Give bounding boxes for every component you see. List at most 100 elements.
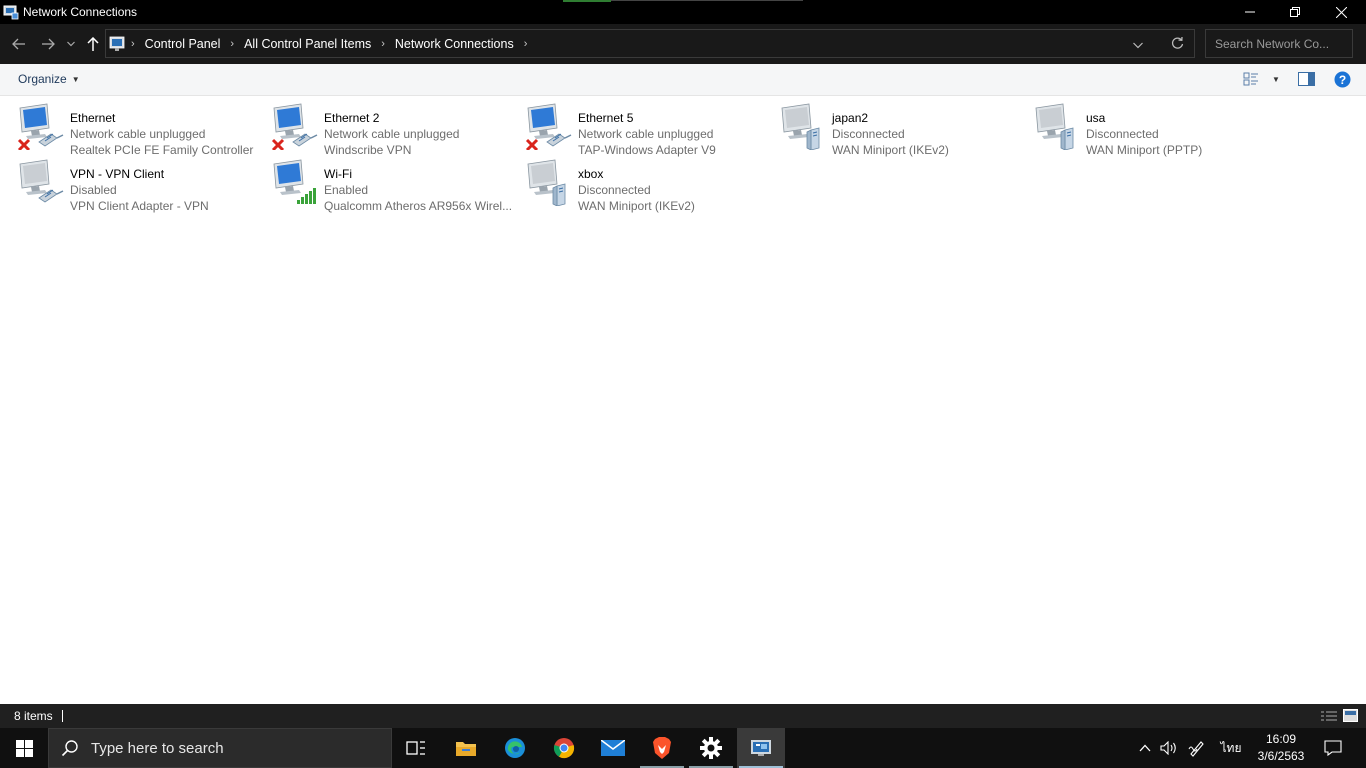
connection-item[interactable]: usa Disconnected WAN Miniport (PPTP)	[1033, 102, 1283, 157]
mail-icon	[601, 740, 625, 756]
help-icon: ?	[1334, 71, 1351, 88]
connection-name: VPN - VPN Client	[70, 167, 165, 181]
network-adapter-icon	[273, 159, 316, 204]
show-hidden-icons-button[interactable]	[1134, 728, 1156, 768]
control-panel-icon	[751, 740, 771, 756]
network-connections-app-icon	[3, 5, 19, 20]
mail-button[interactable]	[589, 728, 637, 768]
close-icon	[1335, 6, 1347, 18]
caret-down-icon[interactable]: ▼	[1272, 75, 1280, 84]
connection-device: WAN Miniport (IKEv2)	[578, 199, 695, 213]
clock-time: 16:09	[1265, 732, 1297, 746]
file-explorer-icon	[456, 742, 476, 756]
settings-button[interactable]	[687, 728, 735, 768]
address-history-button[interactable]	[1133, 38, 1143, 52]
task-view-button[interactable]	[392, 728, 440, 768]
connection-item[interactable]: xbox Disconnected WAN Miniport (IKEv2)	[525, 158, 775, 213]
connection-device: Windscribe VPN	[324, 143, 412, 157]
pen-icon	[1188, 741, 1204, 757]
connection-item[interactable]: Wi-Fi Enabled Qualcomm Atheros AR956x Wire…	[271, 158, 521, 213]
connection-status: Enabled	[324, 183, 369, 197]
preview-pane-button[interactable]	[1298, 72, 1315, 89]
search-input[interactable]: Search Network Co...	[1205, 29, 1353, 58]
chevron-up-icon	[1139, 744, 1151, 752]
minimize-button[interactable]	[1227, 0, 1273, 24]
file-explorer-button[interactable]	[442, 728, 490, 768]
breadcrumb-network-connections[interactable]: Network Connections	[395, 37, 514, 51]
notification-icon	[1324, 740, 1342, 756]
breadcrumb-separator[interactable]: ›	[230, 38, 234, 50]
network-adapter-icon	[1035, 103, 1074, 150]
connection-status: Network cable unplugged	[70, 127, 206, 141]
pen-workspace-button[interactable]	[1185, 728, 1209, 768]
change-view-button[interactable]: ▼	[1243, 72, 1280, 86]
connection-item[interactable]: Ethernet 5 Network cable unplugged TAP-Win…	[525, 102, 775, 157]
task-view-icon	[406, 741, 425, 755]
close-button[interactable]	[1318, 0, 1364, 24]
taskbar-search-box[interactable]: Type here to search	[48, 728, 392, 768]
network-adapter-icon	[17, 103, 64, 150]
refresh-button[interactable]	[1171, 36, 1184, 53]
connection-item[interactable]: VPN - VPN Client Disabled VPN Client Adapt…	[17, 158, 267, 213]
preview-pane-icon	[1298, 72, 1315, 86]
taskbar: Type here to search ไทย 16:09 3/6/2563	[0, 728, 1366, 768]
edge-button[interactable]	[491, 728, 539, 768]
red-x-icon	[17, 138, 31, 150]
start-button[interactable]	[0, 728, 48, 768]
status-divider	[61, 710, 63, 722]
svg-text:?: ?	[1339, 73, 1346, 87]
details-view-icon	[1321, 711, 1337, 721]
connection-item[interactable]: Ethernet Network cable unplugged Realtek P…	[17, 102, 267, 157]
network-adapter-icon	[19, 159, 64, 203]
server-icon	[1060, 127, 1074, 150]
window-title: Network Connections	[23, 5, 138, 19]
connection-status: Network cable unplugged	[578, 127, 714, 141]
edge-icon	[505, 738, 525, 758]
large-icons-view-button[interactable]	[1343, 709, 1358, 725]
address-bar[interactable]: › Control Panel › All Control Panel Item…	[105, 29, 1195, 58]
back-button[interactable]	[7, 32, 31, 56]
brave-button[interactable]	[638, 728, 686, 768]
connection-device: TAP-Windows Adapter V9	[578, 143, 716, 157]
breadcrumb-all-control-panel-items[interactable]: All Control Panel Items	[244, 37, 371, 51]
recent-locations-button[interactable]	[62, 32, 80, 56]
gear-icon	[700, 737, 722, 759]
connection-name: Ethernet 5	[578, 111, 634, 125]
clock-date: 3/6/2563	[1257, 749, 1305, 763]
organize-label: Organize	[18, 72, 67, 86]
connection-name: usa	[1086, 111, 1106, 125]
connection-device: WAN Miniport (IKEv2)	[832, 143, 949, 157]
red-x-icon	[271, 138, 285, 150]
forward-button[interactable]	[36, 32, 60, 56]
connection-name: japan2	[832, 111, 869, 125]
connection-text: Ethernet 2 Network cable unplugged Windscr…	[324, 110, 459, 158]
connection-item[interactable]: Ethernet 2 Network cable unplugged Windscr…	[271, 102, 521, 157]
breadcrumb-control-panel[interactable]: Control Panel	[145, 37, 221, 51]
connection-name: Wi-Fi	[324, 167, 352, 181]
server-icon	[552, 183, 566, 206]
signal-bars-icon	[297, 188, 316, 204]
help-button[interactable]: ?	[1334, 71, 1351, 91]
clock[interactable]: 16:09 3/6/2563	[1256, 731, 1306, 765]
restore-button[interactable]	[1272, 0, 1318, 24]
details-view-button[interactable]	[1321, 710, 1337, 725]
connection-text: VPN - VPN Client Disabled VPN Client Adapt…	[70, 166, 209, 214]
organize-button[interactable]: Organize ▼	[18, 72, 80, 86]
chrome-icon	[553, 738, 575, 759]
connection-status: Disconnected	[832, 127, 905, 141]
control-panel-taskbar-button[interactable]	[737, 728, 785, 768]
input-language-indicator[interactable]: ไทย	[1216, 728, 1246, 768]
action-center-button[interactable]	[1320, 728, 1346, 768]
network-adapter-icon	[527, 159, 566, 206]
connection-item[interactable]: japan2 Disconnected WAN Miniport (IKEv2)	[779, 102, 1029, 157]
breadcrumb-separator[interactable]: ›	[524, 38, 528, 50]
up-button[interactable]	[81, 32, 105, 56]
volume-button[interactable]	[1157, 728, 1181, 768]
item-count: 8 items	[14, 709, 53, 723]
chrome-button[interactable]	[540, 728, 588, 768]
connection-status: Disabled	[70, 183, 117, 197]
refresh-icon	[1171, 36, 1184, 49]
breadcrumb-separator[interactable]: ›	[381, 38, 385, 50]
back-arrow-icon	[12, 38, 25, 50]
connection-status: Disconnected	[578, 183, 651, 197]
